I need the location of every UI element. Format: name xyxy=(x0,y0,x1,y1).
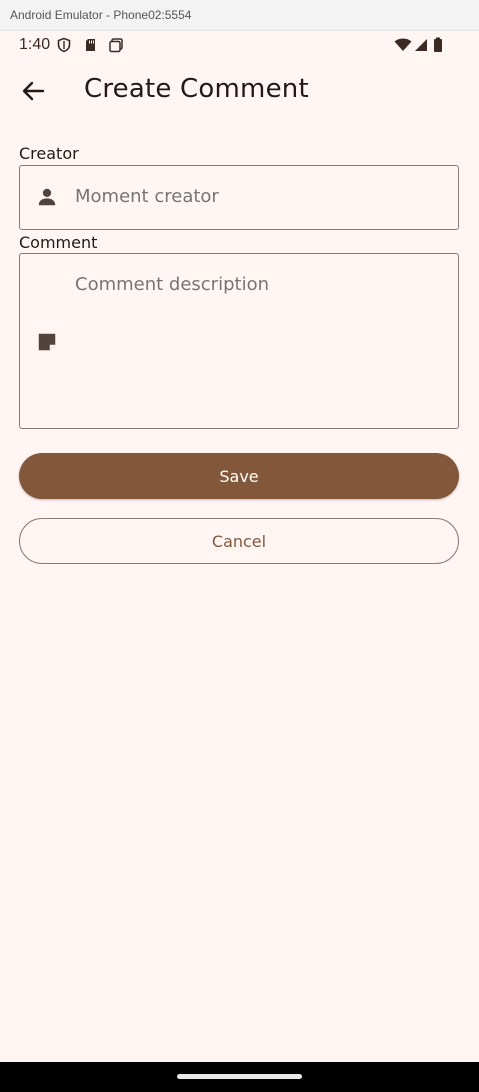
creator-field[interactable] xyxy=(19,165,459,230)
comment-label: Comment xyxy=(19,233,98,252)
sd-card-icon xyxy=(86,39,95,51)
save-button[interactable]: Save xyxy=(19,453,459,499)
window-titlebar: Android Emulator - Phone02:5554 xyxy=(0,0,479,31)
arrow-back-icon xyxy=(22,81,45,101)
home-gesture-handle[interactable] xyxy=(177,1074,302,1079)
navigation-bar xyxy=(0,1062,479,1092)
emulator-window: Android Emulator - Phone02:5554 1:40 Cre… xyxy=(0,0,479,1092)
creator-input[interactable] xyxy=(75,186,445,207)
creator-label: Creator xyxy=(19,144,79,163)
battery-icon xyxy=(434,37,442,52)
shield-icon xyxy=(57,37,71,53)
page-title: Create Comment xyxy=(84,74,309,104)
cancel-button-label: Cancel xyxy=(211,531,267,551)
comment-field[interactable] xyxy=(19,253,459,429)
status-bar: 1:40 xyxy=(0,31,479,59)
save-button-label: Save xyxy=(219,466,259,486)
note-icon xyxy=(38,333,56,351)
status-time: 1:40 xyxy=(19,36,51,53)
app-bar: Create Comment xyxy=(0,60,479,122)
person-icon xyxy=(38,188,56,206)
signal-icon xyxy=(415,39,427,51)
cancel-button[interactable]: Cancel xyxy=(19,518,459,564)
wifi-icon xyxy=(394,38,412,51)
window-title: Android Emulator - Phone02:5554 xyxy=(10,8,192,22)
screenshot-icon xyxy=(109,38,123,53)
back-button[interactable] xyxy=(14,72,52,110)
comment-input[interactable] xyxy=(75,273,445,393)
